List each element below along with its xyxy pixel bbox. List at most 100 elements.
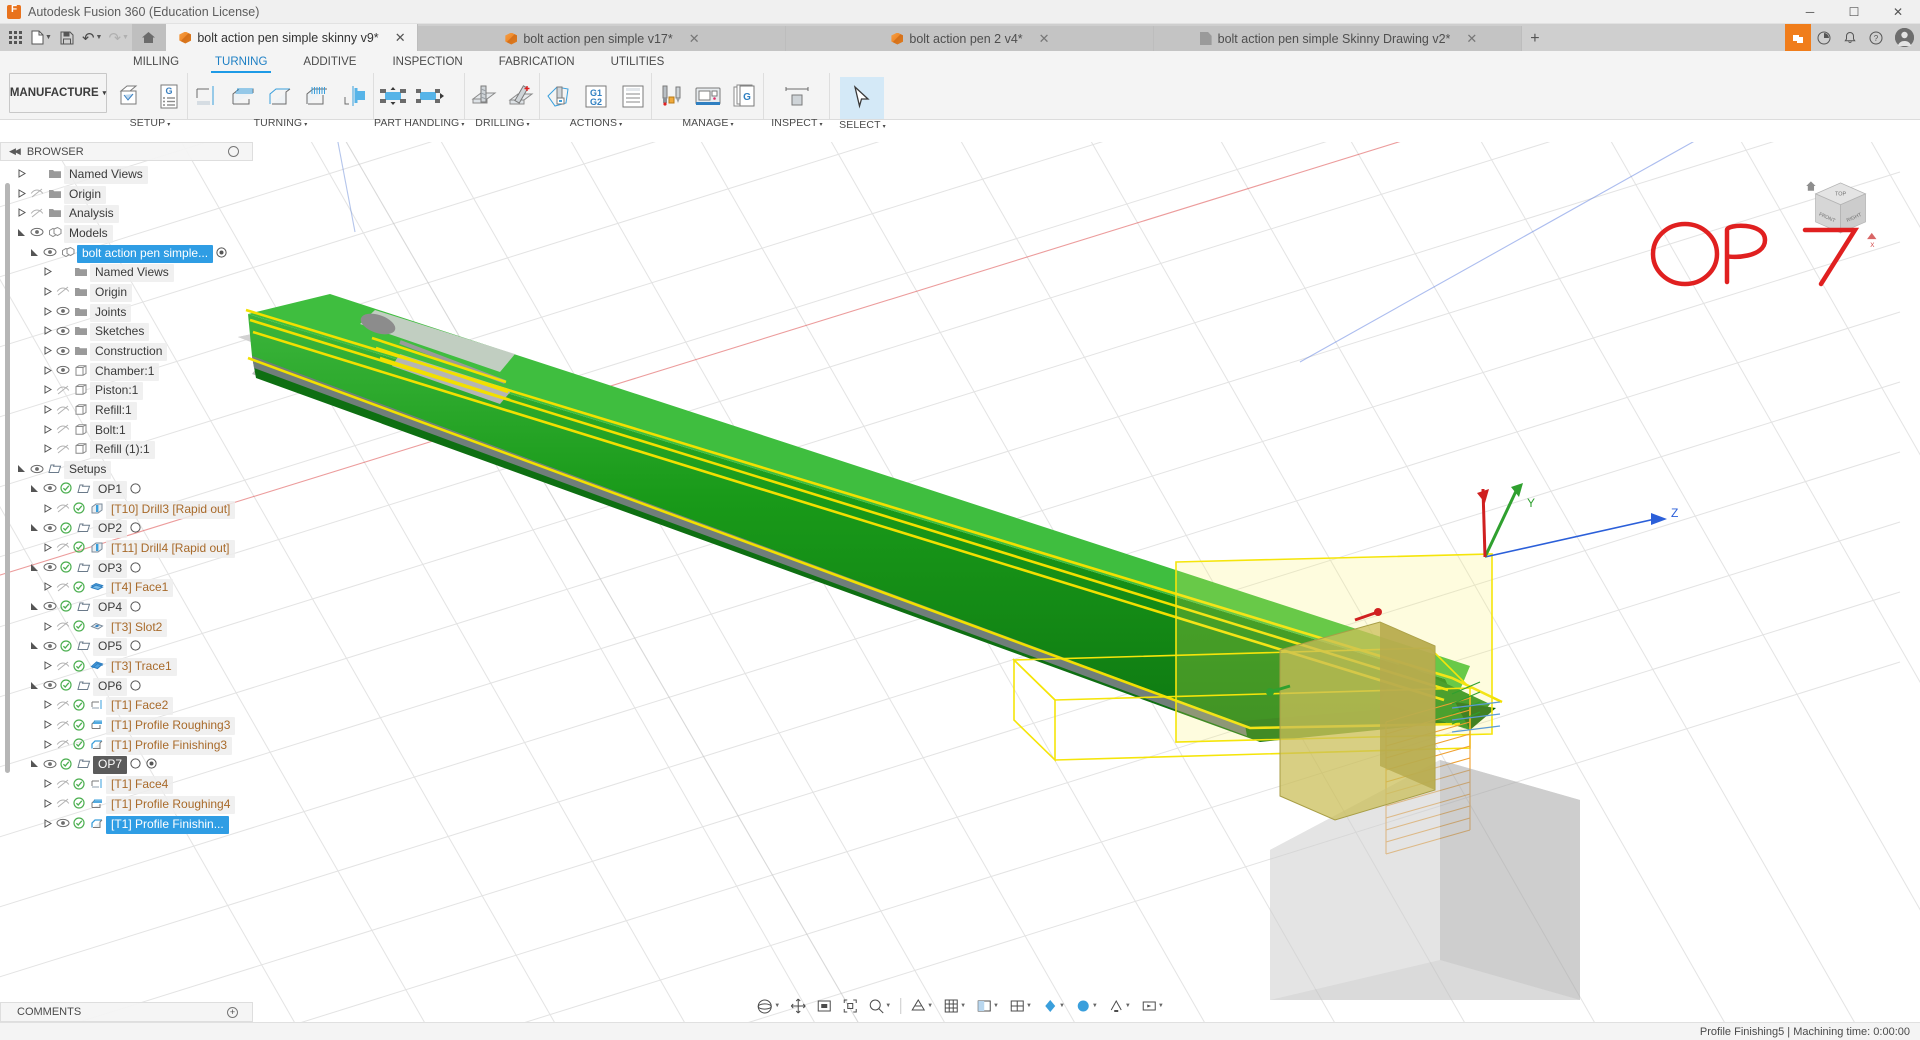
- avatar[interactable]: [1895, 28, 1914, 47]
- chevron-expanded-icon[interactable]: [27, 641, 41, 653]
- manual-ncaction-icon[interactable]: [540, 77, 577, 117]
- browser-tree-row[interactable]: [T3] Trace1: [0, 657, 253, 677]
- browser-tree-row[interactable]: [T4] Face1: [0, 578, 253, 598]
- post-library-icon[interactable]: G: [726, 77, 763, 117]
- tool-library-icon[interactable]: [652, 77, 689, 117]
- drill-icon[interactable]: [465, 77, 502, 117]
- setup-activate-circle-icon[interactable]: [127, 601, 143, 615]
- ribbon-tab-additive[interactable]: ADDITIVE: [285, 54, 374, 71]
- chevron-collapsed-icon[interactable]: [40, 700, 54, 712]
- ribbon-tab-turning[interactable]: TURNING: [197, 54, 285, 71]
- browser-tree-row[interactable]: Construction: [0, 342, 253, 362]
- comments-panel[interactable]: COMMENTS +: [0, 1002, 253, 1022]
- eye-hidden-icon[interactable]: [54, 385, 71, 398]
- eye-hidden-icon[interactable]: [54, 739, 71, 752]
- setup-activate-circle-icon[interactable]: [127, 562, 143, 576]
- chevron-collapsed-icon[interactable]: [40, 543, 54, 555]
- browser-tree-row[interactable]: Named Views: [0, 165, 253, 185]
- chevron-collapsed-icon[interactable]: [14, 169, 28, 181]
- eye-visible-icon[interactable]: [41, 483, 58, 496]
- maximize-button[interactable]: ☐: [1832, 0, 1876, 24]
- 3d-viewport[interactable]: Z Y TOP FRONT RIGHT X ▼: [0, 142, 1920, 1040]
- setup-activate-circle-icon[interactable]: [127, 680, 143, 694]
- eye-hidden-icon[interactable]: [54, 503, 71, 516]
- ribbon-panel-label-select[interactable]: SELECT▾: [830, 119, 894, 135]
- chevron-expanded-icon[interactable]: [27, 523, 41, 535]
- simulation-icon[interactable]: ▼: [1137, 995, 1168, 1017]
- eye-visible-icon[interactable]: [54, 346, 71, 359]
- zoom-window-icon[interactable]: [812, 995, 836, 1017]
- eye-visible-icon[interactable]: [28, 227, 45, 240]
- eye-visible-icon[interactable]: [41, 562, 58, 575]
- chevron-expanded-icon[interactable]: [27, 602, 41, 614]
- new-manual-ncprogram-icon[interactable]: G: [150, 77, 187, 117]
- browser-tree-row[interactable]: [T1] Profile Roughing3: [0, 716, 253, 736]
- chevron-collapsed-icon[interactable]: [40, 799, 54, 811]
- browser-tree-row[interactable]: [T3] Slot2: [0, 618, 253, 638]
- browser-tree-row[interactable]: Origin: [0, 283, 253, 303]
- document-tab-0[interactable]: bolt action pen simple skinny v9* ✕: [166, 24, 418, 51]
- new-file-icon[interactable]: ▼: [28, 26, 55, 50]
- chevron-expanded-icon[interactable]: [27, 563, 41, 575]
- eye-visible-icon[interactable]: [54, 306, 71, 319]
- eye-hidden-icon[interactable]: [54, 700, 71, 713]
- close-button[interactable]: ✕: [1876, 0, 1920, 24]
- ribbon-panel-label-drilling[interactable]: DRILLING▾: [465, 117, 539, 133]
- look-at-icon[interactable]: ▼: [864, 995, 895, 1017]
- eye-visible-icon[interactable]: [54, 818, 71, 831]
- eye-visible-icon[interactable]: [41, 247, 58, 260]
- browser-tree-row[interactable]: [T1] Face2: [0, 697, 253, 717]
- document-tab-2[interactable]: bolt action pen 2 v4* ✕: [786, 26, 1154, 51]
- browser-tree-row[interactable]: Chamber:1: [0, 362, 253, 382]
- expand-plus-icon[interactable]: +: [227, 1007, 238, 1018]
- document-tab-1[interactable]: bolt action pen simple v17* ✕: [418, 26, 786, 51]
- minimize-button[interactable]: ─: [1788, 0, 1832, 24]
- document-tab-3[interactable]: bolt action pen simple Skinny Drawing v2…: [1154, 26, 1522, 51]
- eye-hidden-icon[interactable]: [54, 621, 71, 634]
- display-settings-icon[interactable]: ▼: [906, 995, 937, 1017]
- browser-tree-row[interactable]: Named Views: [0, 263, 253, 283]
- browser-tree-row[interactable]: OP3: [0, 559, 253, 579]
- ribbon-panel-label-setup[interactable]: SETUP▾: [113, 117, 187, 133]
- eye-visible-icon[interactable]: [54, 365, 71, 378]
- orbit-icon[interactable]: ▼: [752, 995, 784, 1017]
- ribbon-tab-fabrication[interactable]: FABRICATION: [481, 54, 593, 71]
- fit-icon[interactable]: [838, 995, 862, 1017]
- undo-icon[interactable]: ↶▼: [79, 26, 106, 50]
- browser-tree-row[interactable]: [T1] Profile Finishin...: [0, 815, 253, 835]
- eye-visible-icon[interactable]: [28, 464, 45, 477]
- select-arrow-icon[interactable]: [840, 77, 884, 119]
- browser-tree-row[interactable]: OP1: [0, 480, 253, 500]
- browser-tree-row[interactable]: Analysis: [0, 204, 253, 224]
- chevron-collapsed-icon[interactable]: [40, 779, 54, 791]
- viewports-icon[interactable]: ▼: [972, 995, 1003, 1017]
- chevron-collapsed-icon[interactable]: [14, 189, 28, 201]
- browser-tree-row[interactable]: bolt action pen simple...: [0, 244, 253, 264]
- eye-hidden-icon[interactable]: [54, 720, 71, 733]
- toolpath-display-icon[interactable]: ▼: [1104, 995, 1135, 1017]
- setup-activate-circle-icon[interactable]: [127, 758, 143, 772]
- new-setup-icon[interactable]: [113, 77, 150, 117]
- eye-visible-icon[interactable]: [41, 641, 58, 654]
- eye-hidden-icon[interactable]: [54, 424, 71, 437]
- browser-tree-row[interactable]: Refill (1):1: [0, 441, 253, 461]
- g1g2-code-icon[interactable]: G1G2: [577, 77, 614, 117]
- ribbon-tab-milling[interactable]: MILLING: [115, 54, 197, 71]
- browser-tree-row[interactable]: [T11] Drill4 [Rapid out]: [0, 539, 253, 559]
- workspace-switcher-button[interactable]: MANUFACTURE ▾: [9, 73, 107, 113]
- browser-tree-row[interactable]: Bolt:1: [0, 421, 253, 441]
- notifications-bell-icon[interactable]: [1837, 24, 1863, 51]
- object-visibility-icon[interactable]: ▼: [1071, 995, 1102, 1017]
- browser-tree-row[interactable]: OP6: [0, 677, 253, 697]
- eye-hidden-icon[interactable]: [54, 405, 71, 418]
- eye-visible-icon[interactable]: [41, 680, 58, 693]
- chevron-collapsed-icon[interactable]: [40, 385, 54, 397]
- chevron-collapsed-icon[interactable]: [40, 740, 54, 752]
- collapse-left-icon[interactable]: ◀◀: [9, 146, 19, 157]
- browser-tree-row[interactable]: OP2: [0, 519, 253, 539]
- chevron-expanded-icon[interactable]: [27, 248, 41, 260]
- ribbon-panel-label-turning[interactable]: TURNING▾: [188, 117, 373, 133]
- target-dot-icon[interactable]: [213, 247, 229, 261]
- chevron-expanded-icon[interactable]: [27, 759, 41, 771]
- eye-hidden-icon[interactable]: [54, 779, 71, 792]
